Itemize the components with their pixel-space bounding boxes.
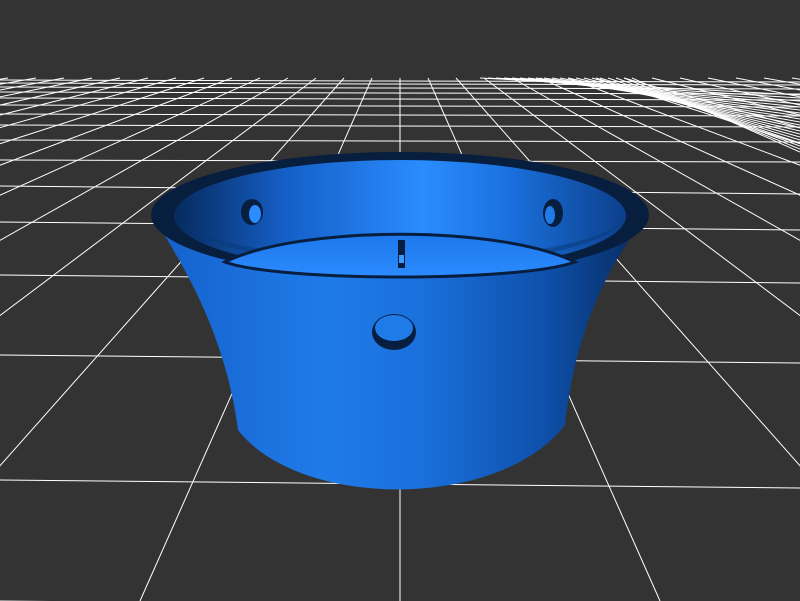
grid-line — [0, 77, 93, 98]
grid-line — [763, 77, 800, 85]
3d-viewport[interactable] — [0, 0, 800, 601]
grid-line — [0, 77, 121, 106]
grid-line — [0, 77, 37, 85]
front-hole — [372, 314, 416, 350]
grid-line — [0, 77, 9, 80]
grid-line — [791, 77, 800, 80]
grid-line — [0, 77, 233, 166]
grid-line — [567, 77, 800, 166]
grid-line — [0, 77, 205, 145]
grid-line — [0, 77, 65, 91]
inner-right-hole — [543, 199, 563, 227]
inner-slot — [398, 240, 405, 268]
grid-line — [679, 77, 800, 106]
inner-left-hole — [241, 199, 263, 225]
cup-model[interactable] — [151, 152, 649, 490]
grid-line — [595, 77, 800, 145]
grid-line — [735, 77, 800, 91]
grid-line — [707, 77, 800, 98]
